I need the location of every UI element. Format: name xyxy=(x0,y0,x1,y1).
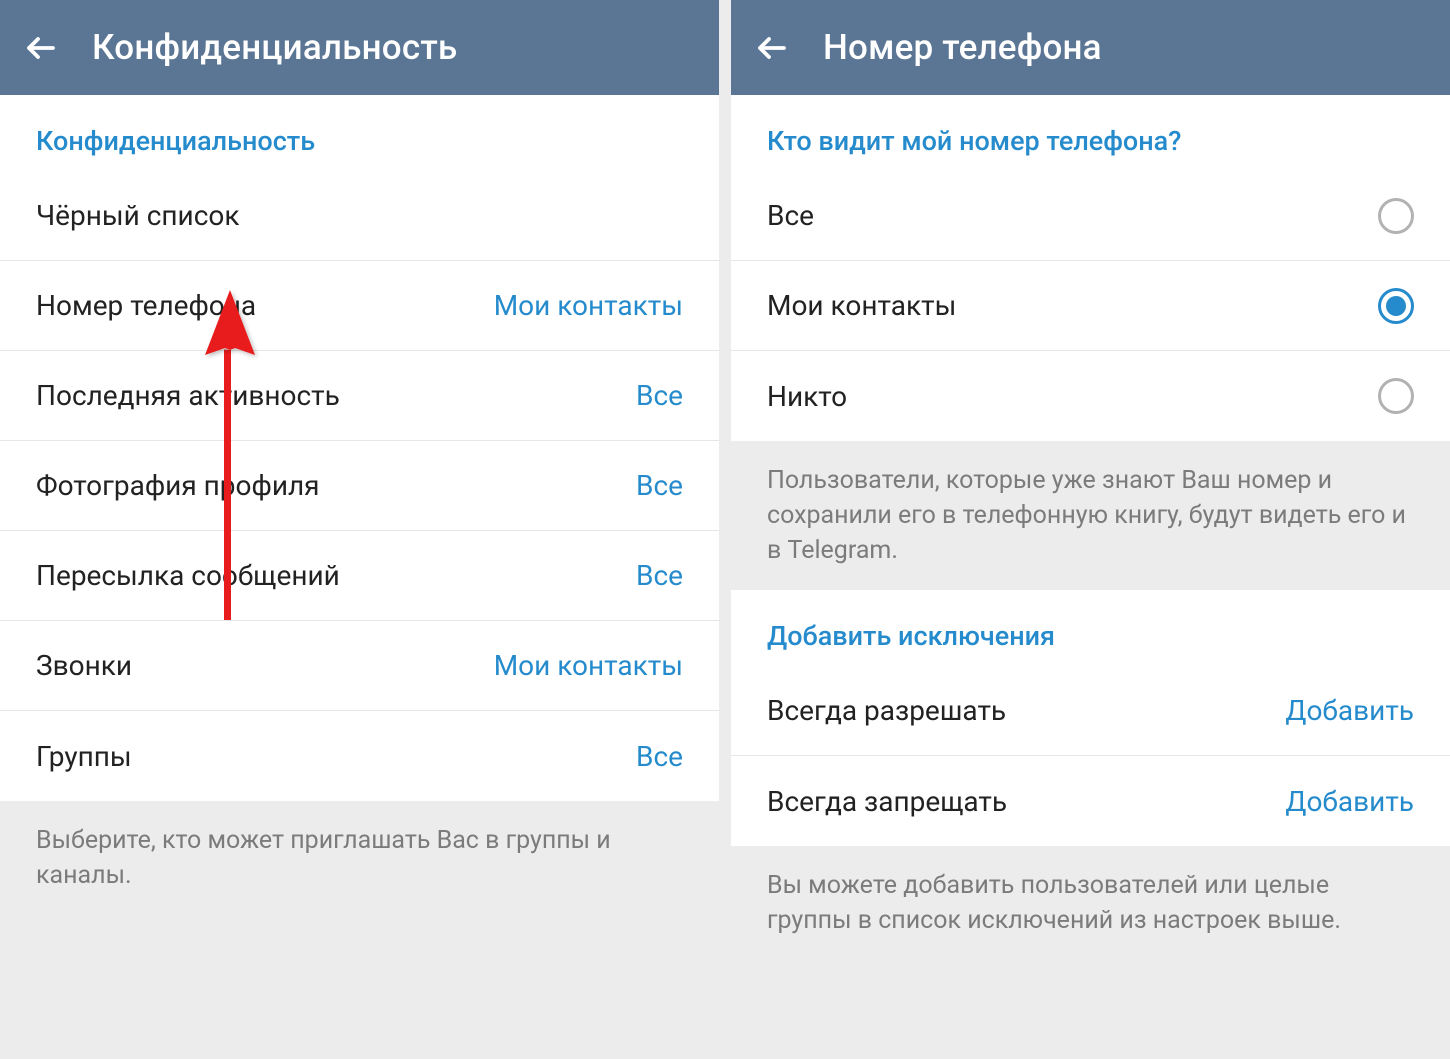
row-calls-value: Мои контакты xyxy=(494,649,683,682)
row-forward-messages[interactable]: Пересылка сообщений Все xyxy=(0,531,719,621)
row-calls[interactable]: Звонки Мои контакты xyxy=(0,621,719,711)
back-arrow-icon[interactable] xyxy=(751,27,793,69)
page-title-phone: Номер телефона xyxy=(823,27,1102,68)
radio-nobody[interactable] xyxy=(1378,378,1414,414)
row-phone-number[interactable]: Номер телефона Мои контакты xyxy=(0,261,719,351)
phone-number-screen: Номер телефона Кто видит мой номер телеф… xyxy=(731,0,1450,1059)
row-groups-value: Все xyxy=(636,740,683,773)
option-contacts-label: Мои контакты xyxy=(767,289,956,322)
radio-everybody[interactable] xyxy=(1378,198,1414,234)
back-arrow-icon[interactable] xyxy=(20,27,62,69)
row-groups[interactable]: Группы Все xyxy=(0,711,719,801)
row-forward-label: Пересылка сообщений xyxy=(36,559,340,592)
footer-note-left: Выберите, кто может приглашать Вас в гру… xyxy=(0,801,719,1059)
section-title-who-sees: Кто видит мой номер телефона? xyxy=(731,95,1450,171)
always-allow-label: Всегда разрешать xyxy=(767,694,1006,727)
option-nobody[interactable]: Никто xyxy=(731,351,1450,441)
row-groups-label: Группы xyxy=(36,740,132,773)
row-profile-photo-label: Фотография профиля xyxy=(36,469,320,502)
option-everybody-label: Все xyxy=(767,199,814,232)
row-profile-photo-value: Все xyxy=(636,469,683,502)
always-allow-add[interactable]: Добавить xyxy=(1285,694,1414,727)
section-title-exceptions: Добавить исключения xyxy=(731,590,1450,666)
header-left: Конфиденциальность xyxy=(0,0,719,95)
option-contacts[interactable]: Мои контакты xyxy=(731,261,1450,351)
privacy-screen: Конфиденциальность Конфиденциальность Чё… xyxy=(0,0,719,1059)
option-everybody[interactable]: Все xyxy=(731,171,1450,261)
section-title-privacy: Конфиденциальность xyxy=(0,95,719,171)
row-phone-value: Мои контакты xyxy=(494,289,683,322)
row-always-deny[interactable]: Всегда запрещать Добавить xyxy=(731,756,1450,846)
footer-note-right: Вы можете добавить пользователей или цел… xyxy=(731,846,1450,1059)
row-forward-value: Все xyxy=(636,559,683,592)
row-last-seen[interactable]: Последняя активность Все xyxy=(0,351,719,441)
option-nobody-label: Никто xyxy=(767,380,847,413)
radio-contacts[interactable] xyxy=(1378,288,1414,324)
row-phone-label: Номер телефона xyxy=(36,289,256,322)
row-blacklist-label: Чёрный список xyxy=(36,199,239,232)
row-blacklist[interactable]: Чёрный список xyxy=(0,171,719,261)
always-deny-add[interactable]: Добавить xyxy=(1285,785,1414,818)
row-always-allow[interactable]: Всегда разрешать Добавить xyxy=(731,666,1450,756)
info-note-phone: Пользователи, которые уже знают Ваш номе… xyxy=(731,441,1450,590)
row-profile-photo[interactable]: Фотография профиля Все xyxy=(0,441,719,531)
header-right: Номер телефона xyxy=(731,0,1450,95)
row-calls-label: Звонки xyxy=(36,649,132,682)
page-title-privacy: Конфиденциальность xyxy=(92,27,457,68)
always-deny-label: Всегда запрещать xyxy=(767,785,1007,818)
row-last-seen-label: Последняя активность xyxy=(36,379,340,412)
row-last-seen-value: Все xyxy=(636,379,683,412)
